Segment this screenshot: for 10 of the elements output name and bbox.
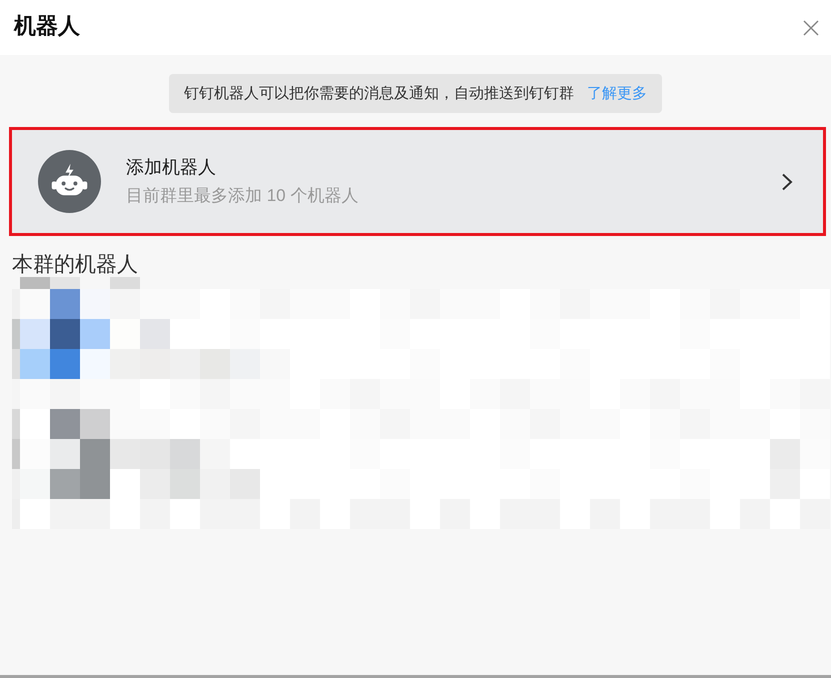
notice-text: 钉钉机器人可以把你需要的消息及通知，自动推送到钉钉群	[184, 84, 574, 103]
robot-icon	[38, 150, 101, 213]
add-robot-card[interactable]: 添加机器人 目前群里最多添加 10 个机器人	[12, 130, 823, 233]
card-title: 添加机器人	[126, 156, 216, 178]
close-icon	[803, 20, 819, 36]
dialog-title: 机器人	[14, 12, 80, 40]
chevron-right-icon	[781, 172, 793, 190]
card-subtitle: 目前群里最多添加 10 个机器人	[126, 185, 358, 207]
close-button[interactable]	[802, 18, 820, 36]
section-heading: 本群的机器人	[12, 253, 138, 277]
